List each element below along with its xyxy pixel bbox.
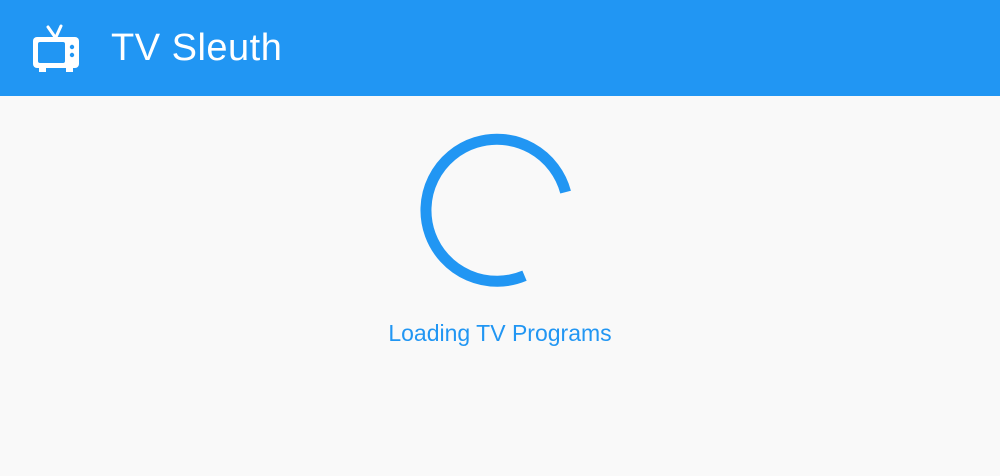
loading-spinner-icon <box>415 124 585 294</box>
app-bar: TV Sleuth <box>0 0 1000 96</box>
tv-icon <box>28 20 84 76</box>
loading-status-text: Loading TV Programs <box>388 320 612 346</box>
app-title: TV Sleuth <box>111 27 283 69</box>
